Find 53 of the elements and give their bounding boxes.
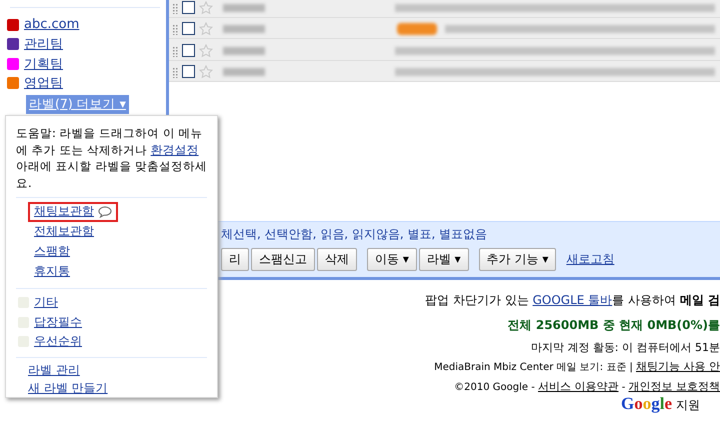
toolbar-button[interactable]: 라벨 ▾ (418, 248, 469, 272)
label-action-link[interactable]: 라벨 관리 (28, 362, 80, 380)
label-link[interactable]: 우선순위 (34, 332, 82, 350)
drag-handle-icon[interactable] (173, 68, 178, 78)
folder-item[interactable]: 스팸함 (28, 242, 76, 262)
folder-link[interactable]: 스팸함 (34, 243, 70, 260)
label-link[interactable]: abc.com (24, 17, 80, 32)
speech-bubble-icon (98, 206, 112, 218)
folder-item[interactable]: 채팅보관함 (28, 202, 118, 222)
view-mode-text: MediaBrain Mbiz Center 메일 보기: 표준 | (434, 361, 634, 374)
toolbar-button[interactable]: 삭제 (317, 248, 357, 272)
folder-link[interactable]: 휴지통 (34, 263, 70, 280)
help-text: 도움말: 라벨을 드래그하여 이 메뉴에 추가 또는 삭제하거나 환경설정 아래에 표시할 라벨을 맞춤설정하세요. (16, 125, 207, 191)
toolbar-button[interactable]: 이동 ▾ (367, 248, 417, 272)
refresh-link[interactable]: 새로고침 (566, 251, 614, 268)
terms-link[interactable]: 서비스 이용약관 (538, 379, 619, 394)
star-icon[interactable] (199, 22, 213, 36)
label-action-link[interactable]: 새 라벨 만들기 (28, 380, 108, 397)
toolbar-link[interactable]: GOOGLE 툴바 (532, 292, 612, 309)
row-checkbox[interactable] (182, 44, 195, 56)
row-checkbox[interactable] (182, 0, 195, 14)
label-link[interactable]: 답장필수 (34, 314, 82, 331)
folder-link[interactable]: 채팅보관함 (34, 203, 94, 220)
toolbar-button[interactable]: 스팸신고 (251, 248, 315, 272)
row-checkbox[interactable] (182, 22, 195, 36)
privacy-link[interactable]: 개인정보 보호정책 (628, 379, 720, 394)
star-icon[interactable] (199, 0, 213, 15)
label-link[interactable]: 기획팀 (24, 54, 63, 73)
folder-item[interactable]: 전체보관함 (28, 222, 100, 242)
support-text: 지원 (676, 397, 700, 414)
storage-usage-text: 전체 25600MB 중 현재 0MB(0%)를 (508, 317, 720, 334)
google-logo: Google (620, 394, 672, 414)
label-link[interactable]: 관리팀 (24, 35, 63, 54)
separator-text: - (620, 382, 626, 393)
chat-setting-link[interactable]: 채팅기능 사용 안 (636, 359, 720, 374)
row-checkbox[interactable] (182, 64, 195, 78)
last-activity-text: 마지막 계정 활동: 이 컴퓨터에서 51분 (530, 340, 720, 355)
drag-handle-icon[interactable] (173, 4, 178, 14)
toolbar-promo-text: 를 사용하여 메일 검 (612, 292, 720, 309)
settings-link[interactable]: 환경설정 (150, 142, 199, 156)
folder-item[interactable]: 휴지통 (28, 262, 76, 282)
star-icon[interactable] (199, 44, 213, 58)
drag-handle-icon[interactable] (173, 25, 178, 36)
select-links[interactable]: 체선택, 선택안함, 읽음, 읽지않음, 별표, 별표없음 (221, 226, 720, 244)
copyright-text: ©2010 Google - (454, 382, 536, 393)
drag-handle-icon[interactable] (173, 46, 178, 56)
folder-link[interactable]: 전체보관함 (34, 223, 94, 240)
toolbar-promo-text: 팝업 차단기가 있는 (425, 292, 530, 309)
label-link[interactable]: 기타 (34, 294, 58, 312)
toolbar-button[interactable]: 리 (221, 248, 249, 272)
label-link[interactable]: 영업팀 (24, 74, 63, 92)
toolbar-button[interactable]: 추가 기능 ▾ (478, 248, 556, 272)
star-icon[interactable] (199, 64, 213, 79)
